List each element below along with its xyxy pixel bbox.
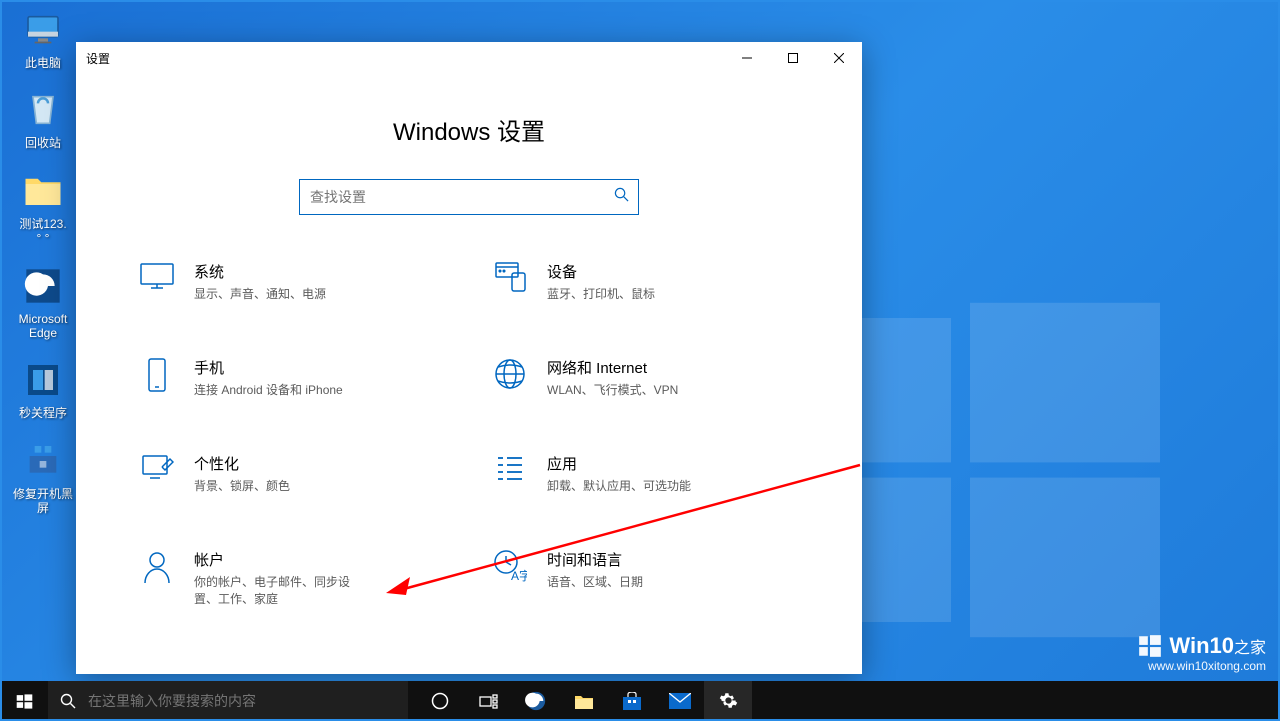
taskbar: [0, 681, 1280, 721]
search-icon: [60, 693, 76, 709]
item-title: 手机: [194, 357, 343, 378]
phone-icon: [136, 357, 178, 399]
settings-item-system[interactable]: 系统显示、声音、通知、电源: [136, 261, 449, 303]
taskbar-settings[interactable]: [704, 681, 752, 721]
desktop-icons-area: 此电脑 回收站 测试123. ° ° Microsoft Edge 秒关程序 修…: [8, 8, 78, 516]
time-language-icon: A字: [489, 549, 531, 591]
desktop-icon-edge[interactable]: Microsoft Edge: [8, 264, 78, 341]
item-desc: WLAN、飞行模式、VPN: [547, 382, 678, 399]
desktop-icon-this-pc[interactable]: 此电脑: [8, 8, 78, 70]
start-button[interactable]: [0, 681, 48, 721]
desktop-icon-recycle-bin[interactable]: 回收站: [8, 88, 78, 150]
settings-search-box[interactable]: [299, 179, 639, 215]
taskbar-task-view[interactable]: [464, 681, 512, 721]
search-icon: [614, 187, 629, 207]
devices-icon: [489, 261, 531, 303]
taskbar-mail[interactable]: [656, 681, 704, 721]
desktop-icon-quick-close[interactable]: 秒关程序: [8, 358, 78, 420]
item-desc: 连接 Android 设备和 iPhone: [194, 382, 343, 399]
taskbar-store[interactable]: [608, 681, 656, 721]
accounts-icon: [136, 549, 178, 591]
item-desc: 背景、锁屏、颜色: [194, 478, 290, 495]
close-button[interactable]: [816, 42, 862, 74]
svg-text:A字: A字: [511, 568, 527, 583]
titlebar[interactable]: 设置: [76, 42, 862, 74]
watermark: Win10之家 www.win10xitong.com: [1137, 633, 1266, 673]
item-title: 应用: [547, 453, 691, 474]
settings-grid: 系统显示、声音、通知、电源 设备蓝牙、打印机、鼠标 手机连接 Android 设…: [116, 261, 822, 608]
item-title: 时间和语言: [547, 549, 643, 570]
recycle-bin-icon: [21, 88, 65, 132]
pc-icon: [21, 8, 65, 52]
item-desc: 语音、区域、日期: [547, 574, 643, 591]
settings-item-phone[interactable]: 手机连接 Android 设备和 iPhone: [136, 357, 449, 399]
settings-item-personalization[interactable]: 个性化背景、锁屏、颜色: [136, 453, 449, 495]
settings-item-devices[interactable]: 设备蓝牙、打印机、鼠标: [489, 261, 802, 303]
settings-item-time-language[interactable]: A字 时间和语言语音、区域、日期: [489, 549, 802, 608]
window-title: 设置: [86, 50, 110, 67]
taskbar-file-explorer[interactable]: [560, 681, 608, 721]
search-input[interactable]: [299, 179, 639, 215]
item-title: 网络和 Internet: [547, 357, 678, 378]
settings-item-accounts[interactable]: 帐户你的帐户、电子邮件、同步设置、工作、家庭: [136, 549, 449, 608]
item-desc: 你的帐户、电子邮件、同步设置、工作、家庭: [194, 574, 354, 608]
fix-boot-icon: [21, 439, 65, 483]
taskbar-edge[interactable]: [512, 681, 560, 721]
settings-window: 设置 Windows 设置 系统显示、声音、通知、电源 设备蓝牙、打印机、鼠标: [76, 42, 862, 674]
settings-item-network[interactable]: 网络和 Internet WLAN、飞行模式、VPN: [489, 357, 802, 399]
watermark-url: www.win10xitong.com: [1137, 659, 1266, 673]
maximize-button[interactable]: [770, 42, 816, 74]
network-icon: [489, 357, 531, 399]
desktop-icon-test-folder[interactable]: 测试123. ° °: [8, 169, 78, 246]
settings-body: Windows 设置 系统显示、声音、通知、电源 设备蓝牙、打印机、鼠标 手机连…: [76, 74, 862, 674]
item-desc: 蓝牙、打印机、鼠标: [547, 286, 655, 303]
personalization-icon: [136, 453, 178, 495]
system-icon: [136, 261, 178, 303]
apps-icon: [489, 453, 531, 495]
item-desc: 卸载、默认应用、可选功能: [547, 478, 691, 495]
edge-icon: [21, 264, 65, 308]
minimize-button[interactable]: [724, 42, 770, 74]
quick-close-icon: [21, 358, 65, 402]
item-title: 系统: [194, 261, 326, 282]
taskbar-search-input[interactable]: [88, 693, 396, 709]
item-title: 帐户: [194, 549, 354, 570]
item-title: 设备: [547, 261, 655, 282]
folder-icon: [21, 169, 65, 213]
titlebar-controls: [724, 42, 862, 74]
taskbar-cortana[interactable]: [416, 681, 464, 721]
settings-header: Windows 设置: [116, 112, 822, 147]
settings-item-apps[interactable]: 应用卸载、默认应用、可选功能: [489, 453, 802, 495]
item-desc: 显示、声音、通知、电源: [194, 286, 326, 303]
taskbar-search[interactable]: [48, 681, 408, 721]
desktop-icon-fix-boot[interactable]: 修复开机黑 屏: [8, 439, 78, 516]
watermark-logo-icon: [1137, 633, 1163, 659]
item-title: 个性化: [194, 453, 290, 474]
